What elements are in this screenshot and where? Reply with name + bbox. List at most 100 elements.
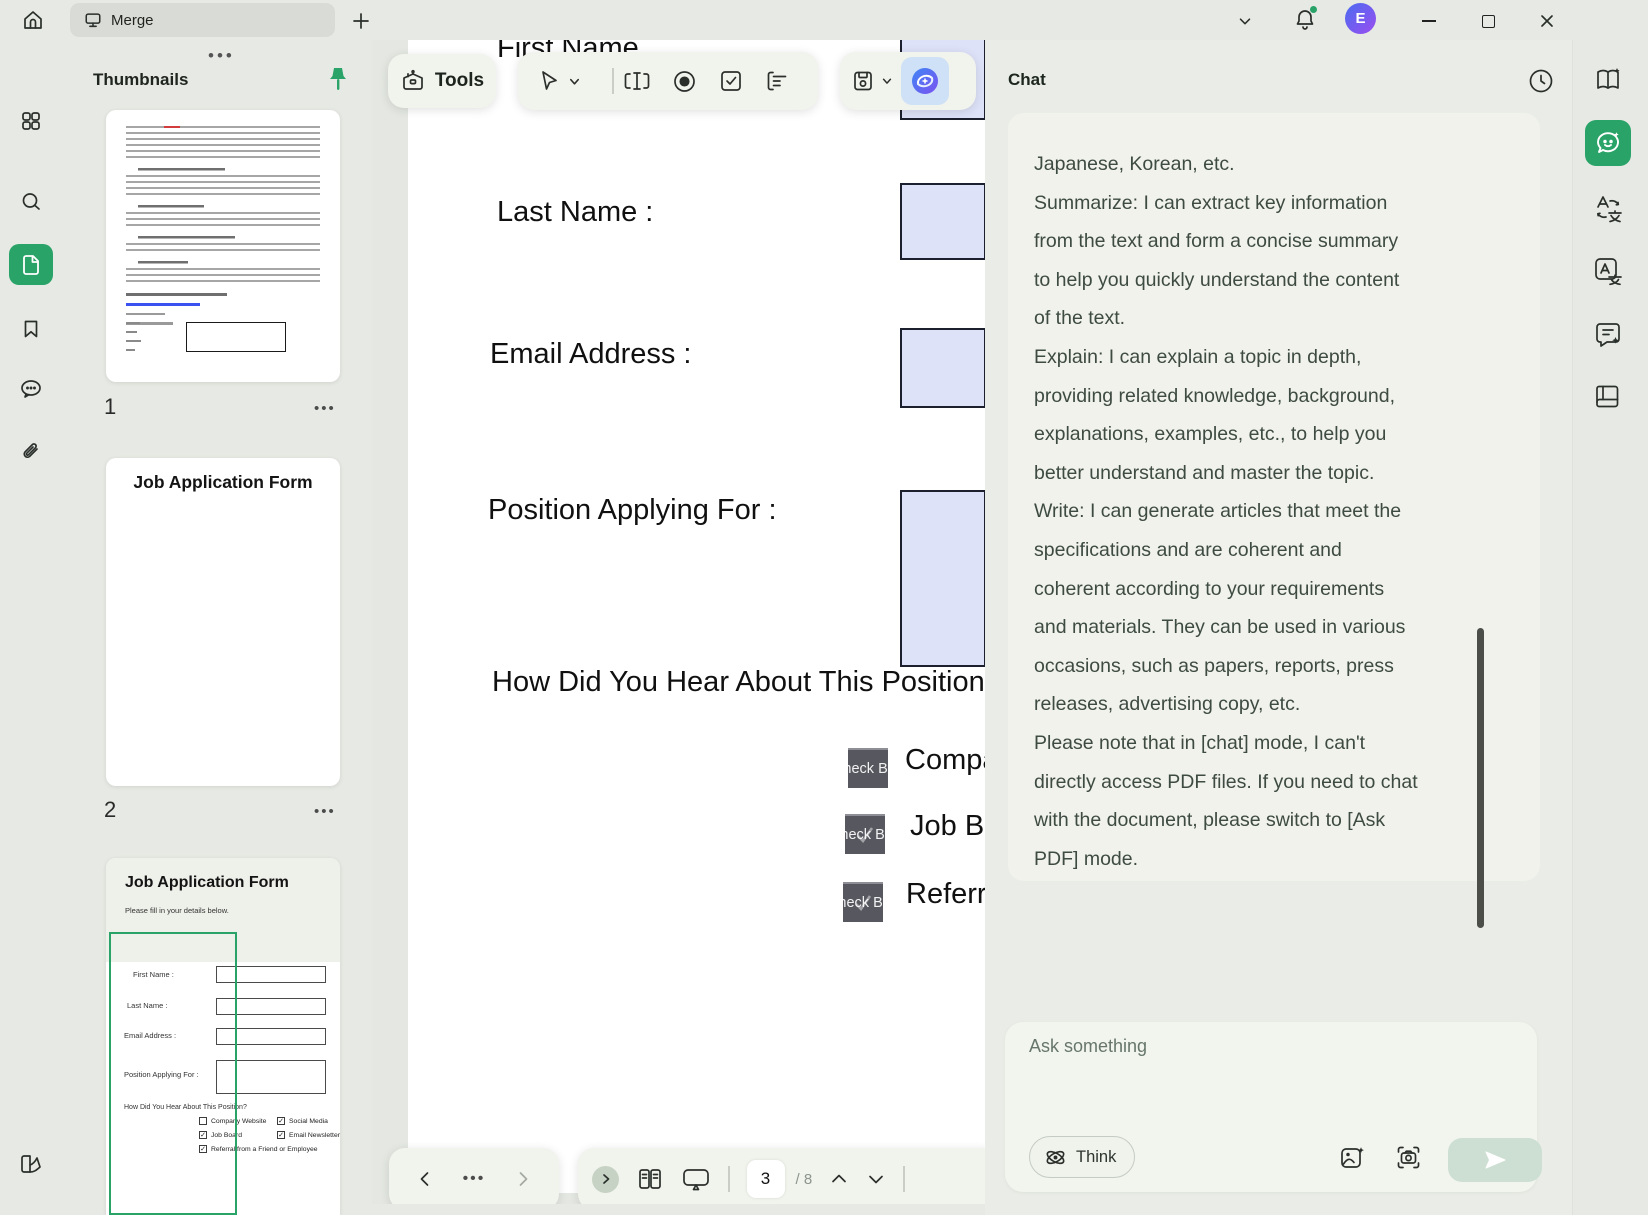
toolbox-icon xyxy=(403,69,423,90)
checkbox-tool-icon[interactable] xyxy=(718,68,744,94)
screenshot-button[interactable] xyxy=(1395,1144,1422,1171)
insert-image-button[interactable] xyxy=(1339,1144,1366,1171)
avatar[interactable]: E xyxy=(1345,3,1376,34)
sidebar-item-attachments[interactable] xyxy=(9,432,53,473)
monitor-icon xyxy=(85,13,101,28)
save-button[interactable] xyxy=(850,68,893,94)
back-button[interactable] xyxy=(415,1169,435,1189)
history-nav-bar: ••• xyxy=(389,1148,559,1204)
chat-scrollbar-thumb[interactable] xyxy=(1477,628,1484,928)
radio-button-tool-icon[interactable] xyxy=(671,68,698,95)
app-logo[interactable] xyxy=(9,1144,53,1185)
message-line: providing related knowledge, background, xyxy=(1034,384,1395,407)
page-icon xyxy=(23,254,39,275)
titlebar-collapse-button[interactable] xyxy=(1232,8,1258,34)
new-tab-button[interactable] xyxy=(348,8,374,34)
send-icon xyxy=(1485,1151,1506,1169)
ai-tools-rail xyxy=(1572,40,1648,1215)
previous-page-button[interactable] xyxy=(829,1169,849,1189)
sidebar-item-bookmarks[interactable] xyxy=(9,308,53,349)
checkbox-field-referral[interactable]: Check Box xyxy=(843,882,883,922)
thumb3-title: Job Application Form xyxy=(125,874,289,891)
ai-assistant-button[interactable] xyxy=(901,57,949,105)
panel-drag-handle[interactable]: ••• xyxy=(208,46,235,66)
message-line: specifications and are coherent and xyxy=(1034,538,1342,561)
last-name-input-field[interactable] xyxy=(900,183,985,260)
position-input-field[interactable] xyxy=(900,490,985,667)
next-page-button[interactable] xyxy=(866,1169,886,1189)
page-2-menu-button[interactable]: ••• xyxy=(314,803,336,820)
document-area: First Name Last Name : Email Address : P… xyxy=(372,40,985,1204)
save-icon xyxy=(854,71,872,91)
page-1-menu-button[interactable]: ••• xyxy=(314,400,336,417)
chat-input[interactable]: Ask something xyxy=(1029,1036,1147,1057)
select-tool-button[interactable] xyxy=(536,68,612,94)
reading-notes-button[interactable] xyxy=(1594,66,1624,94)
presentation-mode-icon[interactable] xyxy=(681,1165,711,1193)
page-thumbnail-2[interactable]: Job Application Form xyxy=(106,458,340,786)
chat-panel: Chat Japanese, Korean, etc. Summarize: I … xyxy=(985,40,1572,1215)
message-line: and materials. They can be used in vario… xyxy=(1034,616,1406,639)
more-actions-button[interactable]: ••• xyxy=(463,1170,486,1188)
pdf-flip-logo-icon xyxy=(21,1154,41,1173)
chevron-right-icon xyxy=(602,1174,609,1184)
checkbox-field-company[interactable]: Check Box xyxy=(848,748,888,788)
translate-document-button[interactable] xyxy=(1585,248,1631,294)
page-thumbnail-1[interactable] xyxy=(106,110,340,382)
left-icon-rail xyxy=(0,40,62,1215)
atom-icon xyxy=(1046,1150,1065,1164)
pin-panel-button[interactable] xyxy=(324,64,352,96)
thumb3-viewport-indicator[interactable] xyxy=(109,932,237,1215)
ai-chat-button[interactable] xyxy=(1585,120,1631,166)
minimize-icon xyxy=(1422,20,1436,22)
message-line: from the text and form a concise summary xyxy=(1034,230,1399,253)
title-bar: Merge E xyxy=(0,0,1648,40)
form-tools-toolbar xyxy=(518,52,818,110)
notifications-button[interactable] xyxy=(1290,4,1320,34)
sidebar-item-apps[interactable] xyxy=(9,100,53,141)
ai-summary-button[interactable] xyxy=(1585,312,1631,358)
maximize-button[interactable] xyxy=(1474,8,1502,34)
forward-button[interactable] xyxy=(513,1169,533,1189)
note-sparkle-icon xyxy=(1596,323,1620,347)
home-button[interactable] xyxy=(18,5,48,35)
tools-label: Tools xyxy=(434,70,485,91)
message-line: Please note that in [chat] mode, I can't xyxy=(1034,731,1366,754)
thumb1-red-highlight xyxy=(164,126,180,128)
current-page-input[interactable]: 3 xyxy=(746,1160,785,1198)
checkbox-field-job-board[interactable]: Check Box xyxy=(845,814,885,854)
text-field-tool-icon[interactable] xyxy=(623,68,651,94)
question-heading: How Did You Hear About This Position? xyxy=(492,666,985,698)
think-toggle-button[interactable]: Think xyxy=(1029,1136,1136,1178)
thumb2-title: Job Application Form xyxy=(133,472,313,492)
list-box-tool-icon[interactable] xyxy=(764,68,790,94)
two-page-view-icon[interactable] xyxy=(636,1165,664,1193)
chevron-down-icon xyxy=(882,78,892,84)
sidebar-item-search[interactable] xyxy=(9,181,53,222)
assistant-message-bubble: Japanese, Korean, etc. Summarize: I can e… xyxy=(1008,113,1540,881)
reader-mode-button[interactable] xyxy=(1585,374,1631,420)
document-tab[interactable]: Merge xyxy=(70,3,335,37)
sidebar-item-thumbnails[interactable] xyxy=(9,244,53,285)
chat-history-button[interactable] xyxy=(1527,67,1555,95)
expand-button[interactable] xyxy=(592,1165,619,1193)
minimize-button[interactable] xyxy=(1415,8,1443,34)
thumb1-signature-box xyxy=(186,322,286,352)
tools-button[interactable]: Tools xyxy=(388,54,496,108)
thumb1-signature-labels xyxy=(126,322,141,356)
pdf-page[interactable] xyxy=(408,40,985,1193)
send-button[interactable] xyxy=(1448,1138,1542,1182)
translate-button[interactable] xyxy=(1585,186,1631,232)
page-number-2: 2 xyxy=(104,797,117,822)
message-line: Explain: I can explain a topic in depth, xyxy=(1034,345,1362,368)
message-line: releases, advertising copy, etc. xyxy=(1034,693,1301,716)
save-ai-toolbar xyxy=(840,52,976,110)
tab-title: Merge xyxy=(111,11,154,29)
clock-icon xyxy=(1529,69,1553,93)
page-number-1: 1 xyxy=(104,394,117,419)
sidebar-item-comments[interactable] xyxy=(9,368,53,409)
chat-input-card: Ask something Think xyxy=(1005,1022,1542,1192)
close-button[interactable] xyxy=(1533,8,1561,34)
notification-dot xyxy=(1310,6,1317,13)
email-input-field[interactable] xyxy=(900,328,985,408)
